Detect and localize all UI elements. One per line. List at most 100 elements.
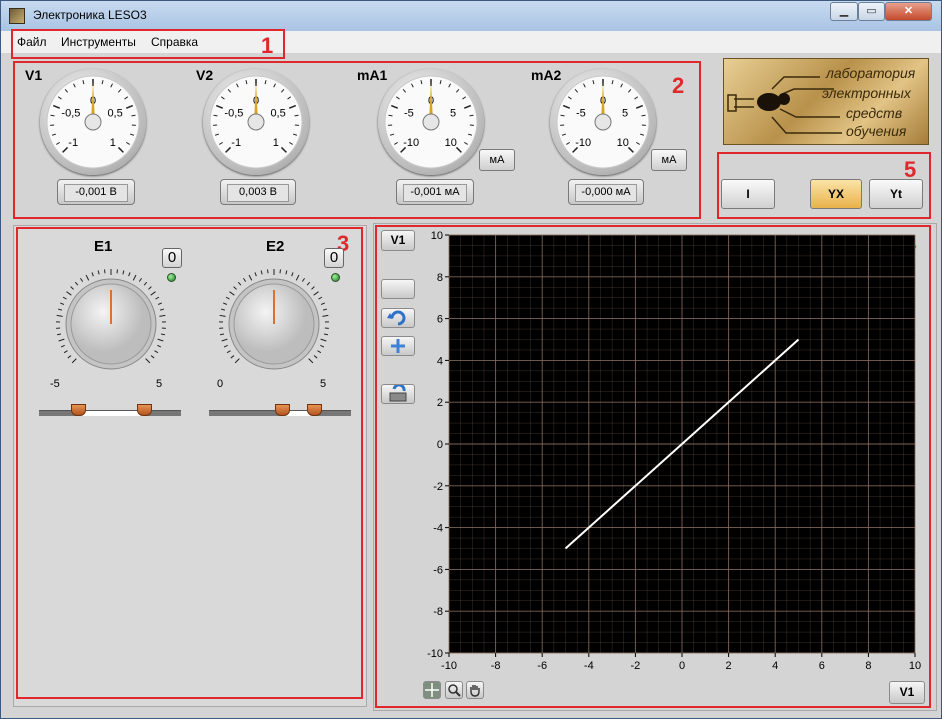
knob-tick <box>150 291 156 296</box>
knob-tick <box>97 270 100 275</box>
knob-tick <box>57 308 63 311</box>
y-channel-button[interactable]: V1 <box>381 230 415 251</box>
pan-tool-button[interactable] <box>466 681 484 699</box>
marker-box-1 <box>11 29 285 59</box>
y-tick-label: -6 <box>433 564 443 576</box>
knob-tick <box>148 286 152 290</box>
y-tick-label: 2 <box>437 397 443 409</box>
hand-icon <box>470 685 480 697</box>
minimize-button[interactable]: ▁ <box>830 2 858 21</box>
knob-tick <box>128 272 131 277</box>
knob-tick <box>66 291 72 296</box>
title-bar[interactable]: Электроника LESO3 ▁ ▭ ✕ <box>1 1 941 31</box>
knob-tick <box>223 344 228 348</box>
knob-tick <box>313 291 319 296</box>
knob-tick <box>260 270 263 275</box>
knob-tick <box>58 338 65 342</box>
refresh-button[interactable] <box>381 308 415 328</box>
knob-e2-max-label: 5 <box>320 378 326 390</box>
knob-tick <box>80 277 84 282</box>
export-icon <box>389 383 407 402</box>
knob-tick <box>322 308 328 311</box>
knob-tick <box>56 314 63 317</box>
crosshair-cursor-icon <box>425 683 439 697</box>
knob-tick <box>122 270 125 275</box>
knob-tick <box>159 314 166 317</box>
y-tick-label: 10 <box>431 230 443 242</box>
knob-tick <box>220 308 226 311</box>
crosshair-button[interactable] <box>381 336 415 356</box>
knob-tick <box>59 302 65 305</box>
knob-tick <box>67 355 72 359</box>
x-tick-label: 0 <box>679 660 685 672</box>
zoom-tool-button[interactable] <box>445 681 463 699</box>
knob-tick <box>157 302 163 305</box>
crosshair-icon <box>391 339 405 353</box>
knob-tick <box>248 274 253 281</box>
knob-tick <box>301 277 305 282</box>
x-channel-button[interactable]: V1 <box>889 681 925 704</box>
y-tick-label: -10 <box>427 648 443 660</box>
marker-2: 2 <box>672 73 685 98</box>
knob-tick <box>222 302 228 305</box>
knob-tick <box>317 350 322 354</box>
knob-tick <box>237 281 242 286</box>
x-tick-label: -8 <box>491 660 501 672</box>
marker-5: 5 <box>904 157 917 182</box>
knob-tick <box>233 286 237 290</box>
knob-tick <box>60 344 65 348</box>
logo-line-2: электронных <box>822 85 911 101</box>
knob-tick <box>85 274 90 281</box>
slider-e2-high-thumb[interactable] <box>307 404 322 416</box>
y-tick-label: 4 <box>437 355 443 367</box>
x-tick-label: -4 <box>584 660 594 672</box>
refresh-icon <box>387 310 406 326</box>
knob-tick <box>291 272 294 277</box>
knob-e2[interactable]: 0 5 <box>201 261 347 391</box>
maximize-button[interactable]: ▭ <box>858 2 885 21</box>
x-tick-label: 4 <box>772 660 778 672</box>
knob-tick <box>320 344 325 348</box>
cursor-tool-button[interactable] <box>423 681 441 699</box>
yx-plot[interactable]: 10 8 6 4 2 0 -2 -4 -6 -8 -10 -10 -8 -6 -4 -2 0 2 4 6 8 10 <box>415 227 927 683</box>
marker-1: 1 <box>261 33 274 58</box>
knob-tick <box>56 333 62 336</box>
slider-e1-low-thumb[interactable] <box>71 404 86 416</box>
knob-tick <box>306 281 311 286</box>
knob-tick <box>318 296 323 300</box>
source-title-e1: E1 <box>94 238 113 255</box>
knob-tick <box>221 338 228 342</box>
knob-tick <box>243 277 247 282</box>
knob-tick <box>230 355 235 359</box>
knob-tick <box>62 296 67 300</box>
plot-tool-blank-button[interactable] <box>381 279 415 299</box>
knob-tick <box>70 286 74 290</box>
close-button[interactable]: ✕ <box>885 2 932 21</box>
knob-tick <box>157 338 164 342</box>
knob-tick <box>313 355 318 359</box>
y-tick-label: 6 <box>437 314 443 326</box>
knob-tick <box>154 350 159 354</box>
knob-tick <box>132 274 137 281</box>
zoom-icon <box>448 684 461 697</box>
slider-e1-high-thumb[interactable] <box>137 404 152 416</box>
knob-tick <box>226 350 231 354</box>
knob-tick <box>63 350 68 354</box>
knob-tick <box>234 358 240 364</box>
knob-tick <box>323 333 329 336</box>
knob-e1[interactable]: -5 5 <box>38 261 184 391</box>
knob-e1-min-label: -5 <box>50 378 60 390</box>
knob-tick <box>150 355 155 359</box>
knob-tick <box>225 296 230 300</box>
marker-box-5 <box>717 152 931 219</box>
knob-tick <box>308 358 314 364</box>
y-axis: 10 8 6 4 2 0 -2 -4 -6 -8 -10 <box>427 230 449 660</box>
y-tick-label: 0 <box>437 439 443 451</box>
slider-e2-low-thumb[interactable] <box>275 404 290 416</box>
knob-tick <box>219 333 225 336</box>
y-tick-label: -4 <box>433 523 443 535</box>
app-icon <box>9 8 25 24</box>
export-button[interactable] <box>381 383 415 404</box>
knob-tick <box>295 274 300 281</box>
knob-tick <box>320 302 326 305</box>
